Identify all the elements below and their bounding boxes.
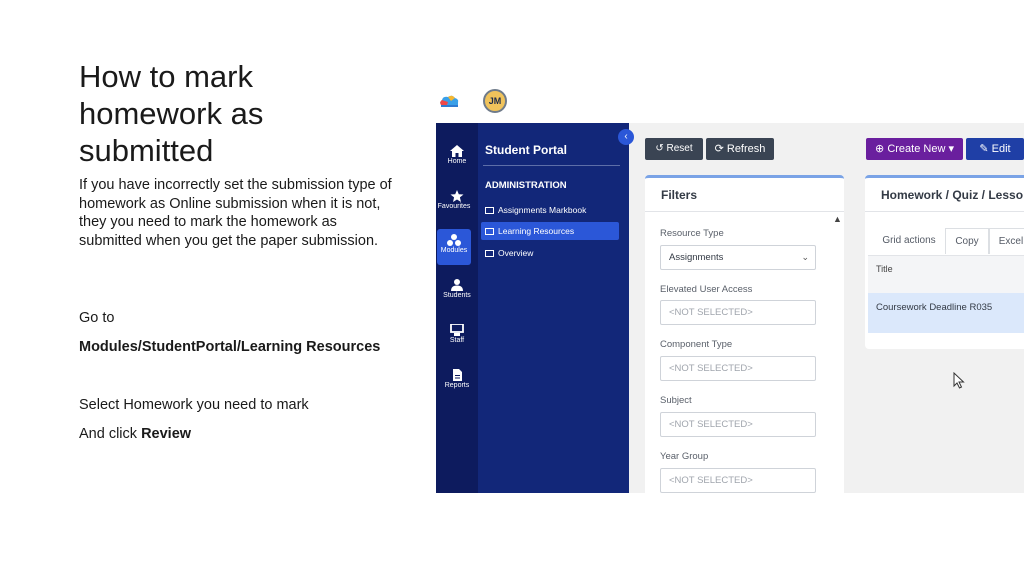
panel-divider	[645, 211, 844, 212]
nav-section-heading: ADMINISTRATION	[485, 180, 567, 191]
user-icon	[451, 279, 463, 291]
rail-item-students[interactable]: Students	[436, 274, 478, 310]
scroll-up-icon[interactable]: ▲	[833, 214, 842, 224]
app-screenshot: JM Home Favourites Modules Students Staf…	[436, 83, 1024, 493]
cloud-logo-icon	[440, 95, 459, 107]
nav-item-assignments-markbook[interactable]: Assignments Markbook	[481, 201, 619, 219]
nav-item-learning-resources[interactable]: Learning Resources	[481, 222, 619, 240]
nav-item-overview[interactable]: Overview	[481, 244, 619, 262]
resource-type-select[interactable]: Assignments ⌄	[660, 245, 816, 270]
rail-item-staff[interactable]: Staff	[436, 319, 478, 355]
rail-label: Reports	[444, 382, 470, 389]
year-group-label: Year Group	[660, 451, 709, 462]
refresh-button[interactable]: ⟳ Refresh	[706, 138, 774, 160]
mouse-cursor-icon	[953, 372, 965, 389]
resource-type-value: Assignments	[669, 252, 724, 263]
star-icon	[450, 190, 464, 202]
year-group-field[interactable]: <NOT SELECTED>	[660, 468, 816, 493]
refresh-icon: ⟳	[714, 143, 727, 155]
user-avatar[interactable]: JM	[483, 89, 507, 113]
grid-title: Homework / Quiz / Lesso	[881, 188, 1024, 202]
tab-excel[interactable]: Excel	[989, 228, 1024, 254]
select-homework-text: Select Homework you need to mark	[79, 397, 309, 413]
filters-title: Filters	[661, 188, 698, 202]
reset-label: Reset	[666, 143, 693, 154]
subject-field[interactable]: <NOT SELECTED>	[660, 412, 816, 437]
filters-panel: Filters ▲ Resource Type Assignments ⌄ Ele…	[645, 175, 844, 493]
create-new-button[interactable]: ⊕ Create New ▾	[866, 138, 963, 160]
icon-rail: Home Favourites Modules Students Staff R…	[436, 123, 478, 493]
edit-button[interactable]: ✎ Edit	[966, 138, 1024, 160]
reset-button[interactable]: ↺ Reset	[645, 138, 703, 160]
plus-circle-icon: ⊕	[875, 143, 888, 155]
panel-divider	[865, 211, 1024, 212]
list-icon	[485, 228, 494, 235]
rail-item-favourites[interactable]: Favourites	[436, 185, 478, 221]
student-portal-nav: Student Portal ADMINISTRATION Assignment…	[478, 123, 629, 493]
go-to-text: Go to	[79, 310, 115, 326]
chevron-down-icon: ⌄	[801, 252, 809, 262]
table-row[interactable]: Coursework Deadline R035	[868, 293, 1024, 333]
edit-label: Edit	[991, 143, 1011, 155]
edit-icon: ✎	[979, 143, 992, 155]
caret-down-icon: ▾	[945, 143, 954, 155]
rail-item-reports[interactable]: Reports	[436, 364, 478, 400]
staff-icon	[450, 324, 464, 336]
list-icon	[485, 250, 494, 257]
rail-item-home[interactable]: Home	[436, 140, 478, 176]
slide-intro: If you have incorrectly set the submissi…	[79, 177, 392, 249]
rail-item-modules[interactable]: Modules	[437, 229, 471, 265]
rail-label: Students	[443, 292, 471, 299]
create-new-label: Create New	[887, 143, 946, 155]
app-topbar: JM	[436, 83, 1024, 123]
home-icon	[450, 145, 464, 157]
subject-label: Subject	[660, 395, 692, 406]
grid-header-title[interactable]: Title	[868, 255, 1024, 293]
elevated-user-access-field[interactable]: <NOT SELECTED>	[660, 300, 816, 325]
resource-type-label: Resource Type	[660, 228, 724, 239]
list-icon	[485, 207, 494, 214]
document-icon	[453, 369, 462, 381]
nav-title: Student Portal	[485, 143, 568, 157]
review-word: Review	[141, 426, 192, 442]
nav-item-label: Learning Resources	[498, 226, 575, 236]
tab-grid-actions[interactable]: Grid actions	[873, 228, 945, 254]
slide-title: How to mark homework as submitted	[79, 59, 264, 168]
click-prefix: And click	[79, 426, 142, 442]
component-type-label: Component Type	[660, 339, 733, 350]
collapse-nav-button[interactable]: ‹	[618, 129, 634, 145]
rail-label: Staff	[449, 337, 465, 344]
nav-item-label: Overview	[498, 248, 534, 258]
refresh-label: Refresh	[726, 143, 766, 155]
row-title: Coursework Deadline R035	[876, 302, 993, 313]
homework-grid-panel: Homework / Quiz / Lesso Grid actions Cop…	[865, 175, 1024, 349]
navigation-path: Modules/StudentPortal/Learning Resources	[79, 339, 381, 355]
column-header: Title	[876, 264, 893, 274]
rail-label: Favourites	[437, 203, 471, 210]
tab-copy[interactable]: Copy	[945, 228, 989, 254]
modules-icon	[447, 234, 461, 246]
component-type-field[interactable]: <NOT SELECTED>	[660, 356, 816, 381]
reset-icon: ↺	[655, 143, 667, 154]
rail-label: Modules	[440, 247, 468, 254]
nav-divider	[483, 165, 620, 166]
nav-item-label: Assignments Markbook	[498, 205, 587, 215]
elevated-user-access-label: Elevated User Access	[660, 284, 753, 295]
rail-label: Home	[447, 158, 467, 165]
click-review-text: And click Review	[79, 425, 191, 443]
